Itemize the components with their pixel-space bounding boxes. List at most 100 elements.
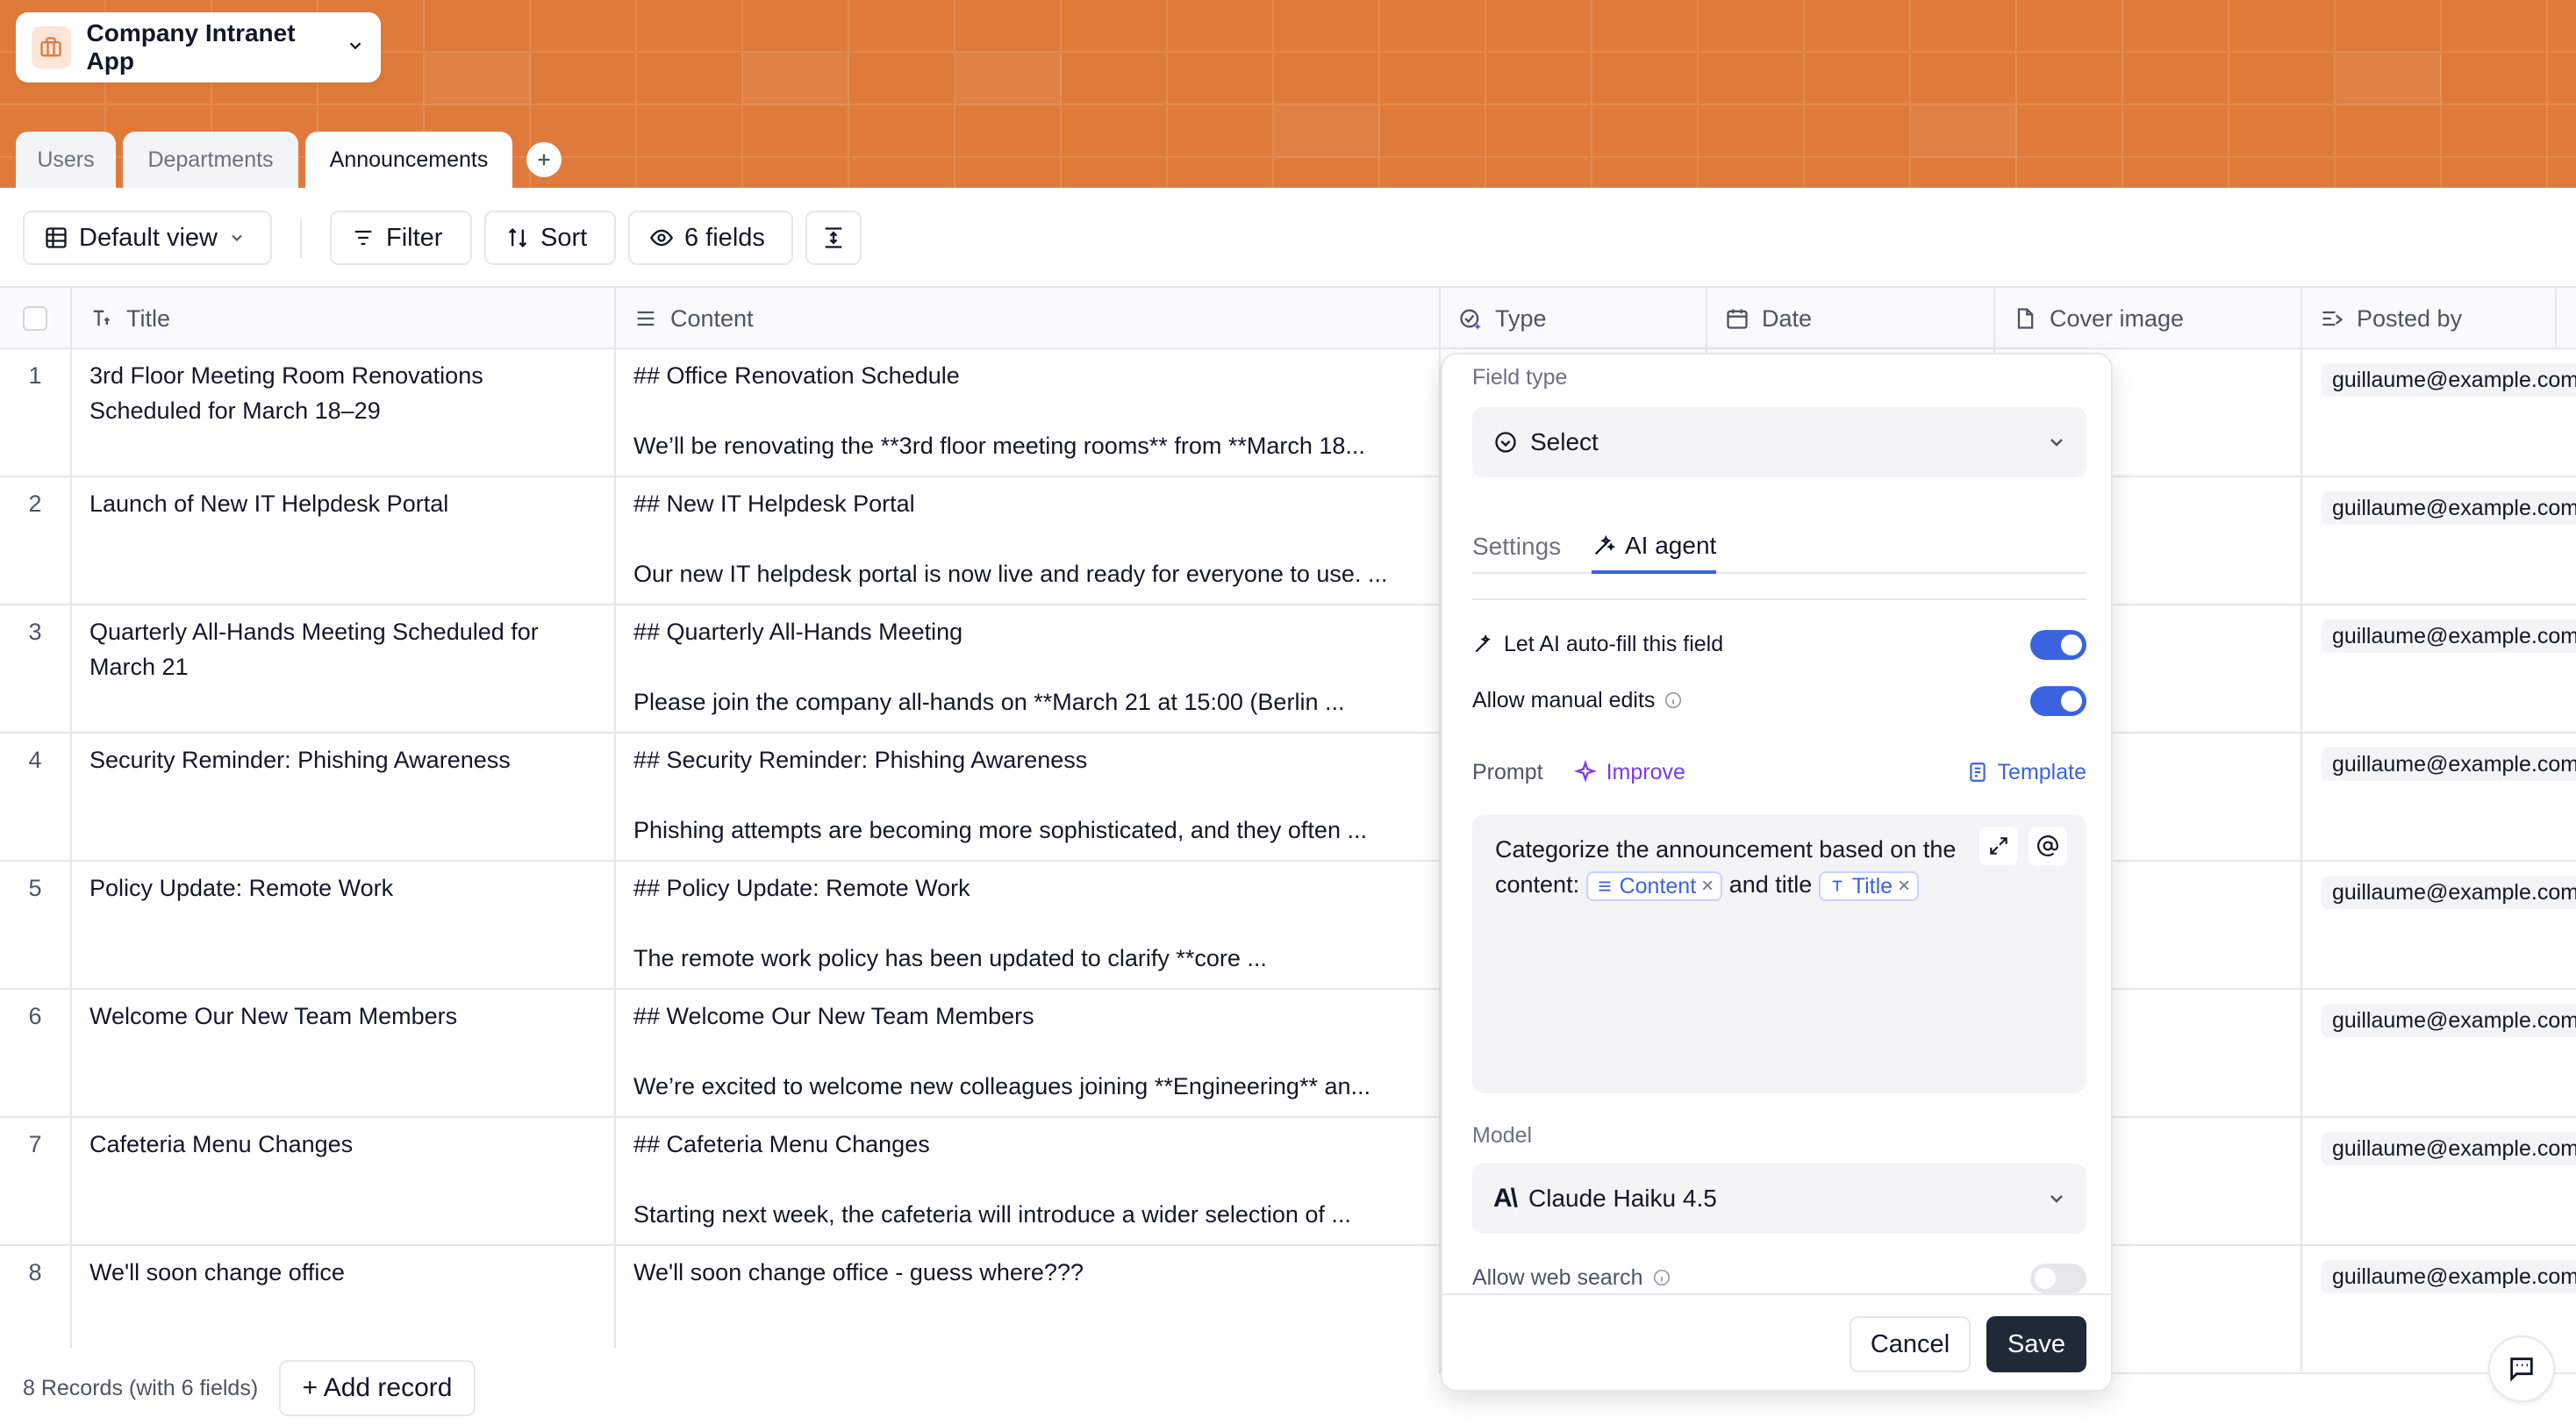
title-cell[interactable]: 3rd Floor Meeting Room Renovations Sched… [72, 349, 616, 476]
add-tab-button[interactable] [526, 142, 562, 177]
column-header-posted-by[interactable]: Posted by [2302, 288, 2557, 349]
content-cell[interactable]: ## Security Reminder: Phishing Awareness… [616, 734, 1441, 860]
prompt-text: Categorize the announcement based on the… [1495, 832, 1969, 902]
column-date-label: Date [1762, 304, 1813, 332]
row-height-icon [825, 227, 842, 248]
banner-grid-cell [1911, 158, 2017, 188]
model-select[interactable]: A\ Claude Haiku 4.5 [1472, 1164, 2086, 1234]
content-cell[interactable]: ## Policy Update: Remote Work The remote… [616, 862, 1441, 988]
filter-label: Filter [386, 223, 443, 252]
info-icon[interactable] [1652, 1268, 1671, 1287]
banner-grid-cell [1805, 0, 1911, 53]
banner-grid-cell [1168, 158, 1274, 188]
anthropic-logo-icon: A\ [1493, 1184, 1518, 1213]
prompt-text-part-2: and title [1728, 871, 1813, 898]
template-label: Template [1997, 759, 2086, 784]
title-cell[interactable]: Policy Update: Remote Work [72, 862, 616, 988]
mention-field-button[interactable] [2029, 827, 2067, 865]
chevron-down-icon [346, 36, 365, 60]
tab-users[interactable]: Users [16, 132, 116, 188]
content-cell[interactable]: ## Welcome Our New Team Members We’re ex… [616, 990, 1441, 1116]
filter-button[interactable]: Filter [330, 211, 472, 265]
email-icon [2322, 311, 2343, 326]
template-button[interactable]: Template [1966, 755, 2086, 790]
title-field-chip[interactable]: Title × [1818, 870, 1920, 901]
remove-chip-icon[interactable]: × [1701, 873, 1714, 899]
table-row[interactable]: 1 3rd Floor Meeting Room Renovations Sch… [0, 349, 2576, 477]
table-row[interactable]: 3 Quarterly All-Hands Meeting Scheduled … [0, 605, 2576, 734]
fields-button[interactable]: 6 fields [628, 211, 793, 265]
title-cell[interactable]: Cafeteria Menu Changes [72, 1118, 616, 1244]
posted-by-cell[interactable]: guillaume@example.com [2302, 1118, 2576, 1244]
banner-grid-cell [1911, 105, 2017, 158]
magic-wand-icon [1475, 634, 1491, 653]
remove-chip-icon[interactable]: × [1898, 873, 1910, 899]
posted-by-cell[interactable]: guillaume@example.com [2302, 477, 2576, 604]
banner-grid-cell [1380, 0, 1486, 53]
content-cell[interactable]: ## Quarterly All-Hands Meeting Please jo… [616, 605, 1441, 732]
manual-edits-label: Allow manual edits [1472, 687, 1656, 712]
posted-by-cell[interactable]: guillaume@example.com [2302, 349, 2576, 476]
content-preview: We’re excited to welcome new colleagues … [633, 1073, 1370, 1099]
posted-by-cell[interactable]: guillaume@example.com [2302, 734, 2576, 860]
table-row[interactable]: 2 Launch of New IT Helpdesk Portal ## Ne… [0, 477, 2576, 605]
posted-by-cell[interactable]: guillaume@example.com [2302, 605, 2576, 732]
content-cell[interactable]: ## Cafeteria Menu Changes Starting next … [616, 1118, 1441, 1244]
title-cell[interactable]: Security Reminder: Phishing Awareness [72, 734, 616, 860]
web-search-label: Allow web search [1472, 1264, 1643, 1290]
table-row[interactable]: 6 Welcome Our New Team Members ## Welcom… [0, 990, 2576, 1118]
save-button[interactable]: Save [1986, 1316, 2086, 1372]
banner-grid-cell [425, 0, 531, 53]
tab-departments[interactable]: Departments [123, 132, 298, 188]
content-field-chip[interactable]: Content × [1585, 870, 1723, 901]
sort-button[interactable]: Sort [484, 211, 616, 265]
select-all-checkbox[interactable] [23, 306, 47, 331]
tab-settings[interactable]: Settings [1472, 521, 1561, 572]
content-preview: Starting next week, the cafeteria will i… [633, 1201, 1351, 1228]
banner-grid-cell [2017, 158, 2123, 188]
title-cell[interactable]: Quarterly All-Hands Meeting Scheduled fo… [72, 605, 616, 732]
improve-button[interactable]: Improve [1573, 760, 1685, 785]
autofill-toggle[interactable] [2030, 630, 2086, 660]
table-row[interactable]: 5 Policy Update: Remote Work ## Policy U… [0, 862, 2576, 990]
add-record-button[interactable]: + Add record [279, 1360, 476, 1416]
table-icon [46, 227, 67, 248]
sort-label: Sort [540, 223, 588, 252]
view-selector-button[interactable]: Default view [23, 211, 272, 265]
column-header-type[interactable]: Type [1441, 288, 1707, 349]
banner-grid-cell [1486, 105, 1592, 158]
banner-grid-cell [955, 0, 1062, 53]
web-search-toggle[interactable] [2030, 1264, 2086, 1293]
banner-grid-cell [531, 53, 637, 105]
title-cell[interactable]: Launch of New IT Helpdesk Portal [72, 477, 616, 604]
row-number: 7 [0, 1118, 72, 1244]
prompt-editor[interactable]: Categorize the announcement based on the… [1472, 814, 2086, 1093]
column-content-label: Content [670, 304, 754, 332]
expand-prompt-button[interactable] [1979, 827, 2018, 865]
posted-by-cell[interactable]: guillaume@example.com [2302, 990, 2576, 1116]
table-row[interactable]: 7 Cafeteria Menu Changes ## Cafeteria Me… [0, 1118, 2576, 1246]
email-pill: guillaume@example.com [2322, 1260, 2576, 1293]
tab-ai-agent[interactable]: AI agent [1592, 521, 1717, 574]
tab-announcements[interactable]: Announcements [305, 132, 512, 188]
banner-grid-cell [1274, 105, 1380, 158]
chat-button[interactable] [2488, 1335, 2555, 1402]
content-cell[interactable]: ## New IT Helpdesk Portal Our new IT hel… [616, 477, 1441, 604]
column-header-content[interactable]: Content [616, 288, 1441, 349]
banner-grid-cell [2123, 53, 2229, 105]
field-type-select[interactable]: Select [1472, 407, 2086, 477]
row-height-button[interactable] [805, 211, 862, 265]
table-footer: 8 Records (with 6 fields) + Add record [0, 1348, 1439, 1425]
banner-grid-cell [1274, 158, 1380, 188]
column-header-cover-image[interactable]: Cover image [1995, 288, 2302, 349]
manual-edits-toggle[interactable] [2030, 686, 2086, 716]
title-cell[interactable]: Welcome Our New Team Members [72, 990, 616, 1116]
posted-by-cell[interactable]: guillaume@example.com [2302, 862, 2576, 988]
column-header-date[interactable]: Date [1707, 288, 1995, 349]
content-cell[interactable]: ## Office Renovation Schedule We’ll be r… [616, 349, 1441, 476]
app-switcher-button[interactable]: Company Intranet App [16, 12, 381, 82]
table-row[interactable]: 4 Security Reminder: Phishing Awareness … [0, 734, 2576, 862]
column-header-title[interactable]: Title [72, 288, 616, 349]
cancel-button[interactable]: Cancel [1850, 1316, 1971, 1372]
info-icon[interactable] [1664, 691, 1683, 710]
